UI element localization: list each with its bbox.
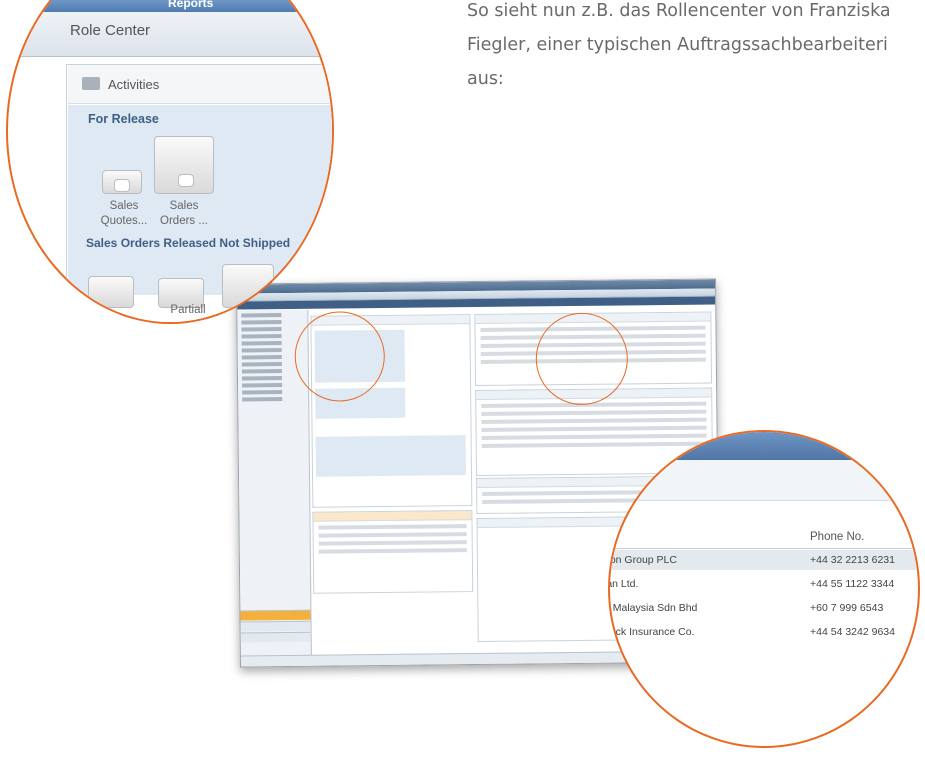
column-header-phone[interactable]: Phone No.	[810, 531, 864, 543]
customer-name-cell: d Malaysia Sdn Bhd	[608, 602, 698, 614]
nav-button-departments[interactable]	[240, 620, 311, 632]
table-row[interactable]: ian Ltd. +44 55 1122 3344	[610, 574, 918, 594]
my-notifications-part	[312, 510, 474, 594]
list-row[interactable]	[318, 548, 467, 554]
nav-item[interactable]	[242, 397, 283, 402]
for-release-heading: For Release	[88, 112, 159, 126]
table-row[interactable]: non Group PLC +44 32 2213 6231	[610, 550, 918, 570]
sales-orders-released-heading: Sales Orders Released Not Shipped	[86, 236, 291, 250]
list-row[interactable]	[481, 409, 707, 416]
nav-item[interactable]	[241, 362, 282, 367]
activities-icon	[82, 77, 100, 90]
document-stack-icon[interactable]	[88, 276, 134, 308]
table-row[interactable]: dock Insurance Co. +44 54 3242 9634	[610, 622, 918, 642]
zoom-circle-customers: Phone No. non Group PLC +44 32 2213 6231…	[608, 430, 920, 748]
count-badge	[114, 179, 130, 192]
cue-tile-label: Partiall	[170, 304, 206, 316]
nav-item[interactable]	[241, 334, 282, 339]
list-row[interactable]	[318, 540, 467, 546]
table-row[interactable]: d Malaysia Sdn Bhd +60 7 999 6543	[610, 598, 918, 618]
activities-label: Activities	[108, 77, 160, 92]
header-divider	[610, 548, 918, 549]
phone-cell: +44 54 3242 9634	[810, 626, 895, 638]
customer-name-cell: non Group PLC	[608, 554, 677, 566]
nav-item[interactable]	[241, 341, 282, 346]
nav-item[interactable]	[241, 327, 282, 332]
phone-cell: +44 32 2213 6231	[810, 554, 895, 566]
role-center-title: Role Center	[70, 22, 151, 39]
nav-item[interactable]	[241, 355, 282, 360]
window-titlebar	[610, 432, 918, 460]
count-badge	[178, 174, 194, 187]
nav-item[interactable]	[242, 383, 283, 388]
cue-tile-label: Sales Orders ...	[160, 200, 208, 227]
nav-item[interactable]	[242, 390, 283, 395]
customer-name-cell: dock Insurance Co.	[608, 626, 695, 638]
nav-button-home[interactable]	[240, 609, 311, 621]
list-row[interactable]	[481, 417, 707, 424]
role-center-header	[8, 12, 332, 57]
part-header	[313, 511, 472, 522]
phone-cell: +44 55 1122 3344	[810, 578, 895, 590]
cue-group	[315, 435, 467, 477]
list-row[interactable]	[481, 425, 707, 432]
zoom-marker-right	[535, 312, 629, 406]
nav-item[interactable]	[241, 348, 282, 353]
phone-cell: +60 7 999 6543	[810, 602, 884, 614]
cue-tile-label: Sales Quotes...	[100, 200, 148, 227]
nav-item[interactable]	[241, 369, 282, 374]
nav-button-other[interactable]	[240, 631, 311, 643]
reports-tab[interactable]: Reports	[168, 0, 213, 10]
nav-item[interactable]	[241, 376, 283, 381]
customer-name-cell: ian Ltd.	[610, 578, 639, 590]
document-stack-icon[interactable]	[222, 264, 274, 308]
list-row[interactable]	[318, 532, 467, 538]
list-row[interactable]	[318, 524, 467, 530]
zoom-marker-left	[294, 310, 386, 402]
zoom-circle-activities: Reports Role Center Activities For Relea…	[6, 0, 334, 324]
part-header	[610, 460, 918, 501]
